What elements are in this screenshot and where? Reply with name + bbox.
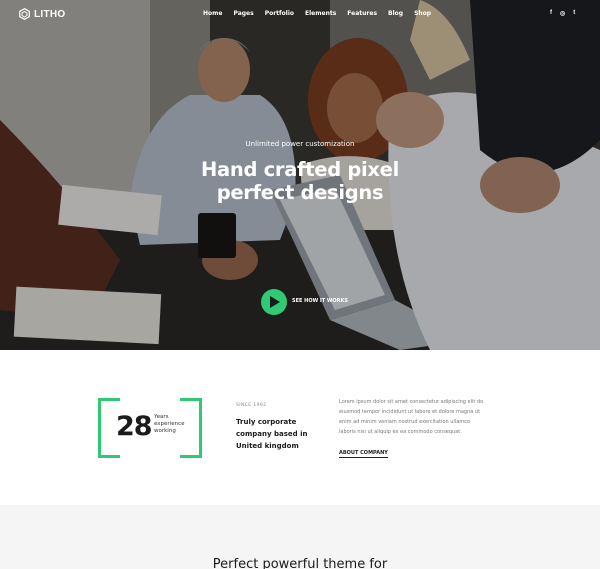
about-heading-line-1: Truly corporate [236,418,297,426]
nav-item-pages[interactable]: Pages [233,10,253,17]
about-company-link[interactable]: ABOUT COMPANY [339,450,388,458]
hero-eyebrow: Unlimited power customization [245,140,355,148]
hero-title-line-2: perfect designs [216,181,384,204]
stat-label-line-3: working [154,428,176,434]
instagram-icon[interactable]: ◎ [560,10,565,17]
logo-text: LITHO [34,8,66,20]
play-icon [270,296,280,308]
stat-label-line-2: experience [154,421,185,427]
facebook-icon[interactable]: f [550,10,552,17]
hero-title-line-1: Hand crafted pixel [201,158,399,181]
about-heading: Truly corporate company based in United … [236,416,316,452]
top-navigation-bar: LITHO Home Pages Portfolio Elements Feat… [0,0,600,30]
twitter-icon[interactable]: t [573,10,575,17]
see-how-it-works-link[interactable]: SEE HOW IT WORKS [292,298,348,304]
social-links: f ◎ t [550,10,575,17]
logo[interactable]: LITHO [19,8,66,20]
nav-item-shop[interactable]: Shop [414,10,431,17]
play-video-button[interactable] [261,289,287,315]
since-label: SINCE 1992 [236,403,267,408]
about-section: 28 Years experience working SINCE 1992 T… [0,350,600,505]
nav-item-features[interactable]: Features [347,10,377,17]
hero-section: LITHO Home Pages Portfolio Elements Feat… [0,0,600,350]
nav-item-blog[interactable]: Blog [388,10,403,17]
hero-title: Hand crafted pixel perfect designs [0,158,600,204]
features-section: Perfect powerful theme for [0,505,600,569]
nav-item-portfolio[interactable]: Portfolio [265,10,294,17]
main-nav: Home Pages Portfolio Elements Features B… [203,10,431,17]
about-heading-line-2: company based in [236,430,308,438]
about-description: Lorem ipsum dolor sit amet consectetur a… [339,399,484,435]
about-heading-line-3: United kingdom [236,442,299,450]
features-title: Perfect powerful theme for [212,557,388,569]
nav-item-home[interactable]: Home [203,10,222,17]
nav-item-elements[interactable]: Elements [305,10,336,17]
logo-icon [19,8,30,20]
stat-label-line-1: Years [154,414,169,420]
years-stat-label: Years experience working [154,414,194,435]
years-stat-number: 28 [116,411,153,442]
